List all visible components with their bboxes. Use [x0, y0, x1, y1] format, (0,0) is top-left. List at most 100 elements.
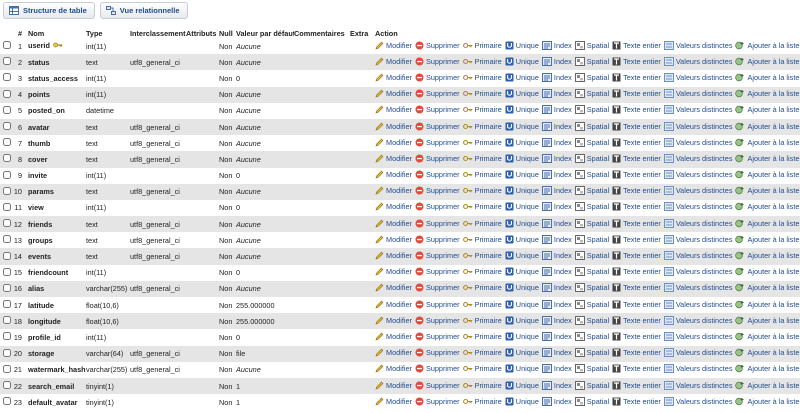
action-distinct-values[interactable]: Valeurs distinctes [663, 170, 732, 180]
action-primary-key[interactable]: Primaire [462, 348, 502, 357]
action-add-central-list[interactable]: Ajouter à la liste centrale [735, 397, 800, 406]
action-unique[interactable]: Unique [505, 316, 539, 325]
action-add-central-list[interactable]: Ajouter à la liste centrale [735, 122, 800, 131]
column-header[interactable]: Type [86, 28, 130, 38]
action-primary-key[interactable]: Primaire [462, 138, 502, 147]
action-primary-key[interactable]: Primaire [462, 397, 502, 406]
action-add-central-list[interactable]: Ajouter à la liste centrale [735, 381, 800, 390]
action-pencil[interactable]: Modifier [375, 170, 412, 179]
action-pencil[interactable]: Modifier [375, 283, 412, 292]
action-unique[interactable]: Unique [505, 41, 539, 50]
action-pencil[interactable]: Modifier [375, 186, 412, 195]
action-add-central-list[interactable]: Ajouter à la liste centrale [735, 186, 800, 195]
action-distinct-values[interactable]: Valeurs distinctes [663, 267, 732, 277]
action-spatial[interactable]: Spatial [574, 267, 609, 277]
action-index[interactable]: Index [541, 315, 572, 325]
action-spatial[interactable]: Spatial [574, 56, 609, 66]
action-fulltext[interactable]: Texte entier [612, 283, 661, 292]
action-primary-key[interactable]: Primaire [462, 41, 502, 50]
action-pencil[interactable]: Modifier [375, 348, 412, 357]
action-index[interactable]: Index [541, 105, 572, 115]
action-fulltext[interactable]: Texte entier [612, 364, 661, 373]
column-header[interactable]: Commentaires [294, 28, 350, 38]
action-index[interactable]: Index [541, 396, 572, 406]
action-distinct-values[interactable]: Valeurs distinctes [663, 137, 732, 147]
action-unique[interactable]: Unique [505, 73, 539, 82]
action-spatial[interactable]: Spatial [574, 331, 609, 341]
action-delete[interactable]: Supprimer [415, 235, 460, 244]
action-spatial[interactable]: Spatial [574, 137, 609, 147]
action-fulltext[interactable]: Texte entier [612, 251, 661, 260]
action-primary-key[interactable]: Primaire [462, 332, 502, 341]
action-spatial[interactable]: Spatial [574, 186, 609, 196]
action-delete[interactable]: Supprimer [415, 283, 460, 292]
action-delete[interactable]: Supprimer [415, 89, 460, 98]
action-fulltext[interactable]: Texte entier [612, 73, 661, 82]
column-header[interactable]: Valeur par défaut [236, 28, 294, 38]
action-add-central-list[interactable]: Ajouter à la liste centrale [735, 300, 800, 309]
action-delete[interactable]: Supprimer [415, 381, 460, 390]
action-fulltext[interactable]: Texte entier [612, 186, 661, 195]
action-fulltext[interactable]: Texte entier [612, 235, 661, 244]
action-primary-key[interactable]: Primaire [462, 57, 502, 66]
action-pencil[interactable]: Modifier [375, 138, 412, 147]
action-add-central-list[interactable]: Ajouter à la liste centrale [735, 73, 800, 82]
action-add-central-list[interactable]: Ajouter à la liste centrale [735, 348, 800, 357]
action-primary-key[interactable]: Primaire [462, 251, 502, 260]
action-delete[interactable]: Supprimer [415, 41, 460, 50]
action-distinct-values[interactable]: Valeurs distinctes [663, 283, 732, 293]
action-unique[interactable]: Unique [505, 332, 539, 341]
action-delete[interactable]: Supprimer [415, 202, 460, 211]
action-primary-key[interactable]: Primaire [462, 154, 502, 163]
action-delete[interactable]: Supprimer [415, 122, 460, 131]
action-spatial[interactable]: Spatial [574, 202, 609, 212]
action-spatial[interactable]: Spatial [574, 170, 609, 180]
action-index[interactable]: Index [541, 267, 572, 277]
action-index[interactable]: Index [541, 380, 572, 390]
action-pencil[interactable]: Modifier [375, 122, 412, 131]
action-unique[interactable]: Unique [505, 397, 539, 406]
action-delete[interactable]: Supprimer [415, 154, 460, 163]
action-fulltext[interactable]: Texte entier [612, 397, 661, 406]
action-unique[interactable]: Unique [505, 105, 539, 114]
action-add-central-list[interactable]: Ajouter à la liste centrale [735, 154, 800, 163]
action-fulltext[interactable]: Texte entier [612, 105, 661, 114]
action-unique[interactable]: Unique [505, 89, 539, 98]
row-checkbox[interactable] [3, 235, 11, 244]
action-spatial[interactable]: Spatial [574, 218, 609, 228]
action-index[interactable]: Index [541, 348, 572, 358]
action-delete[interactable]: Supprimer [415, 73, 460, 82]
action-index[interactable]: Index [541, 331, 572, 341]
action-primary-key[interactable]: Primaire [462, 381, 502, 390]
action-unique[interactable]: Unique [505, 122, 539, 131]
row-checkbox[interactable] [3, 105, 11, 114]
action-unique[interactable]: Unique [505, 57, 539, 66]
column-header[interactable]: Null [219, 28, 236, 38]
action-pencil[interactable]: Modifier [375, 219, 412, 228]
action-spatial[interactable]: Spatial [574, 315, 609, 325]
row-checkbox[interactable] [3, 89, 11, 98]
action-index[interactable]: Index [541, 153, 572, 163]
action-pencil[interactable]: Modifier [375, 316, 412, 325]
action-unique[interactable]: Unique [505, 170, 539, 179]
action-primary-key[interactable]: Primaire [462, 186, 502, 195]
row-checkbox[interactable] [3, 267, 11, 276]
row-checkbox[interactable] [3, 364, 11, 373]
action-distinct-values[interactable]: Valeurs distinctes [663, 72, 732, 82]
action-spatial[interactable]: Spatial [574, 299, 609, 309]
action-add-central-list[interactable]: Ajouter à la liste centrale [735, 138, 800, 147]
action-unique[interactable]: Unique [505, 235, 539, 244]
action-distinct-values[interactable]: Valeurs distinctes [663, 364, 732, 374]
action-add-central-list[interactable]: Ajouter à la liste centrale [735, 332, 800, 341]
row-checkbox[interactable] [3, 332, 11, 341]
action-spatial[interactable]: Spatial [574, 234, 609, 244]
action-distinct-values[interactable]: Valeurs distinctes [663, 396, 732, 406]
action-delete[interactable]: Supprimer [415, 138, 460, 147]
action-distinct-values[interactable]: Valeurs distinctes [663, 153, 732, 163]
action-distinct-values[interactable]: Valeurs distinctes [663, 40, 732, 50]
row-checkbox[interactable] [3, 300, 11, 309]
action-primary-key[interactable]: Primaire [462, 283, 502, 292]
action-index[interactable]: Index [541, 89, 572, 99]
action-primary-key[interactable]: Primaire [462, 170, 502, 179]
tab-table-structure[interactable]: Structure de table [3, 2, 95, 19]
